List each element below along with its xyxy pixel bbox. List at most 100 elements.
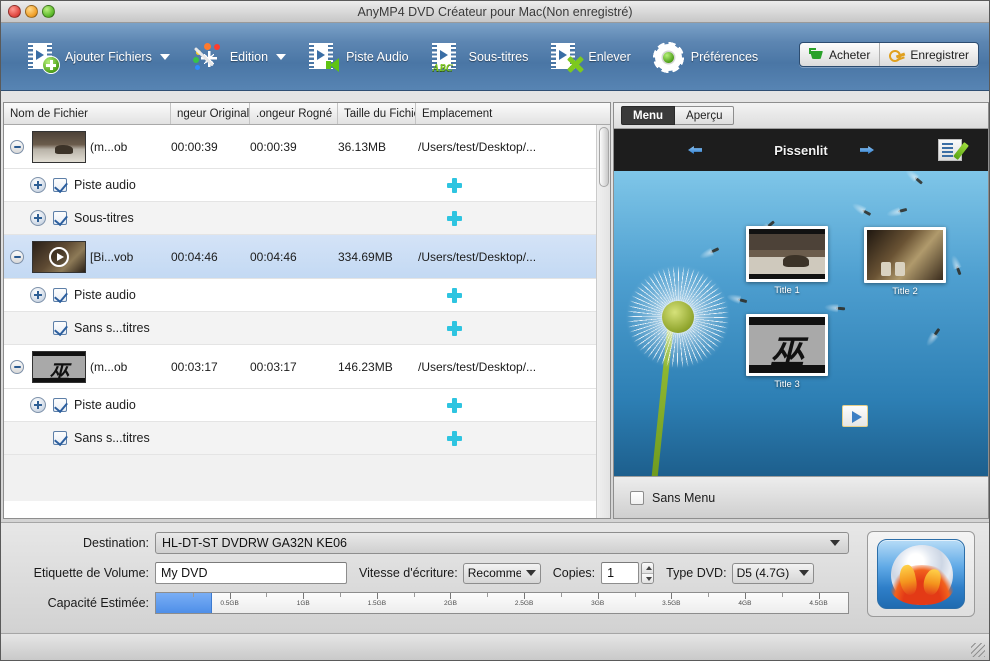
- file-table-scrollbar[interactable]: [596, 125, 610, 518]
- table-row[interactable]: Sous-titres: [4, 202, 610, 235]
- toolbar-button-preferences[interactable]: Préférences: [641, 31, 768, 83]
- volume-value: My DVD: [161, 566, 208, 580]
- table-row[interactable]: Piste audio: [4, 169, 610, 202]
- row-checkbox[interactable]: [53, 178, 67, 192]
- cell-trimmed-length: 00:04:46: [250, 250, 338, 264]
- toolbar-button-subtitles[interactable]: ABC Sous-titres: [419, 31, 539, 83]
- capacity-label: Capacité Estimée:: [1, 596, 149, 610]
- tab-menu[interactable]: Menu: [621, 106, 675, 125]
- copies-input[interactable]: 1: [601, 562, 639, 584]
- add-icon[interactable]: [447, 398, 462, 413]
- volume-input[interactable]: My DVD: [155, 562, 347, 584]
- capacity-tick-label: 3.5GB: [662, 600, 680, 607]
- menu-preview[interactable]: Title 1 Title 2 巫 Title 3: [614, 171, 988, 476]
- capacity-bar: 0.5GB1GB1.5GB2GB2.5GB3GB3.5GB4GB4.5GB: [155, 592, 849, 614]
- register-button[interactable]: Enregistrer: [879, 43, 978, 66]
- toolbar-button-audio-track[interactable]: Piste Audio: [296, 31, 419, 83]
- capacity-tick: [745, 593, 746, 599]
- toolbar-button-edit[interactable]: Edition: [180, 31, 296, 83]
- table-row[interactable]: Piste audio: [4, 279, 610, 312]
- expand-icon[interactable]: [30, 397, 46, 413]
- chevron-down-icon: [799, 570, 809, 576]
- dvdtype-select[interactable]: D5 (4.7G): [732, 563, 814, 584]
- buy-button[interactable]: Acheter: [800, 43, 879, 66]
- arrow-right-icon[interactable]: [854, 140, 880, 160]
- column-header-original-length[interactable]: ngeur Original: [171, 103, 250, 124]
- menu-thumbnail-1[interactable]: Title 1: [746, 226, 828, 296]
- toolbar-label-add-files: Ajouter Fichiers: [65, 50, 152, 64]
- menu-thumbnail-3[interactable]: 巫 Title 3: [746, 314, 828, 390]
- close-button[interactable]: [8, 5, 21, 18]
- chevron-down-icon: [276, 54, 286, 60]
- window-controls: [8, 5, 55, 18]
- resize-grip[interactable]: [971, 643, 985, 657]
- tab-preview[interactable]: Aperçu: [675, 106, 734, 125]
- expand-icon[interactable]: [30, 287, 46, 303]
- menu-thumbnail-2[interactable]: Title 2: [864, 227, 946, 297]
- burn-button[interactable]: [867, 531, 975, 617]
- capacity-tick-label: 2.5GB: [515, 600, 533, 607]
- speed-select[interactable]: Recomme: [463, 563, 541, 584]
- row-checkbox[interactable]: [53, 321, 67, 335]
- destination-label: Destination:: [1, 536, 149, 550]
- capacity-tick: [377, 593, 378, 599]
- row-checkbox[interactable]: [53, 288, 67, 302]
- panel-tabbar: Menu Aperçu: [614, 103, 988, 129]
- add-icon[interactable]: [447, 321, 462, 336]
- toolbar-label-subtitles: Sous-titres: [469, 50, 529, 64]
- column-header-file-size[interactable]: Taille du Fichie: [338, 103, 416, 124]
- file-table-header: Nom de Fichier ngeur Original .ongeur Ro…: [4, 103, 610, 125]
- table-row[interactable]: 巫 (m...ob 00:03:17 00:03:17 146.23MB /Us…: [4, 345, 610, 389]
- capacity-tick-label: 2GB: [444, 600, 457, 607]
- table-row[interactable]: [Bi...vob 00:04:46 00:04:46 334.69MB /Us…: [4, 235, 610, 279]
- no-menu-checkbox[interactable]: [630, 491, 644, 505]
- speed-label: Vitesse d'écriture:: [359, 566, 458, 580]
- table-row[interactable]: Sans s...titres: [4, 422, 610, 455]
- collapse-toggle[interactable]: [4, 250, 30, 264]
- capacity-minor-tick: [561, 593, 562, 597]
- capacity-minor-tick: [266, 593, 267, 597]
- capacity-tick: [598, 593, 599, 599]
- scrollbar-thumb[interactable]: [599, 127, 609, 187]
- capacity-row: Capacité Estimée: 0.5GB1GB1.5GB2GB2.5GB3…: [1, 592, 849, 614]
- row-checkbox[interactable]: [53, 398, 67, 412]
- stepper-down-icon[interactable]: [642, 573, 653, 584]
- destination-select[interactable]: HL-DT-ST DVDRW GA32N KE06: [155, 532, 849, 554]
- cell-filename: (m...ob: [86, 140, 171, 154]
- toolbar-button-remove[interactable]: Enlever: [538, 31, 640, 83]
- add-icon[interactable]: [447, 431, 462, 446]
- menu-template-name: Pissenlit: [614, 143, 988, 158]
- table-row[interactable]: (m...ob 00:00:39 00:00:39 36.13MB /Users…: [4, 125, 610, 169]
- add-icon[interactable]: [447, 211, 462, 226]
- thumbnail-title: Title 2: [864, 286, 946, 297]
- edit-menu-icon[interactable]: [938, 139, 962, 161]
- play-icon[interactable]: [842, 405, 868, 427]
- row-checkbox[interactable]: [53, 211, 67, 225]
- capacity-tick-label: 0.5GB: [220, 600, 238, 607]
- stepper-up-icon[interactable]: [642, 563, 653, 573]
- no-menu-bar: Sans Menu: [614, 476, 988, 518]
- collapse-toggle[interactable]: [4, 360, 30, 374]
- add-icon[interactable]: [447, 288, 462, 303]
- expand-icon[interactable]: [30, 177, 46, 193]
- expand-icon[interactable]: [30, 210, 46, 226]
- zoom-button[interactable]: [42, 5, 55, 18]
- table-row[interactable]: Piste audio: [4, 389, 610, 422]
- collapse-toggle[interactable]: [4, 140, 30, 154]
- column-header-location[interactable]: Emplacement: [416, 103, 596, 124]
- copies-label: Copies:: [553, 566, 595, 580]
- copies-stepper[interactable]: [641, 562, 654, 584]
- table-row[interactable]: Sans s...titres: [4, 312, 610, 345]
- capacity-tick-label: 1.5GB: [368, 600, 386, 607]
- capacity-tick-label: 4.5GB: [809, 600, 827, 607]
- add-icon[interactable]: [447, 178, 462, 193]
- no-menu-label: Sans Menu: [652, 491, 715, 505]
- minimize-button[interactable]: [25, 5, 38, 18]
- toolbar-button-add-files[interactable]: Ajouter Fichiers: [15, 31, 180, 83]
- application-window: AnyMP4 DVD Créateur pour Mac(Non enregis…: [0, 0, 990, 661]
- cell-original-length: 00:00:39: [171, 140, 250, 154]
- row-checkbox[interactable]: [53, 431, 67, 445]
- column-header-trimmed-length[interactable]: .ongeur Rogné: [250, 103, 338, 124]
- capacity-tick: [450, 593, 451, 599]
- column-header-filename[interactable]: Nom de Fichier: [4, 103, 171, 124]
